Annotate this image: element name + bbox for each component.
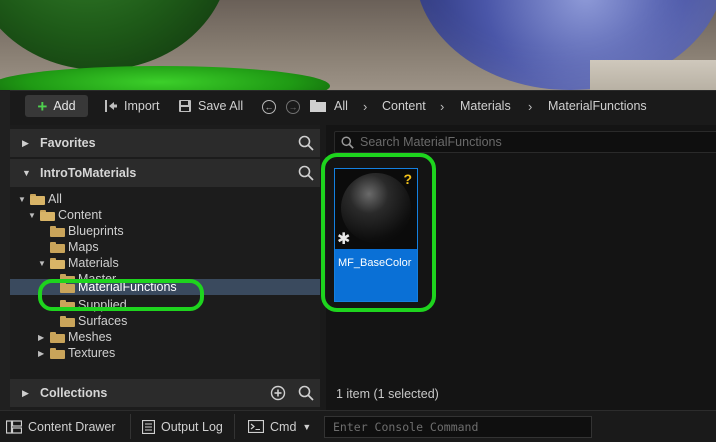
folder-icon [50,225,65,237]
folder-open-icon [40,209,55,221]
collections-header[interactable]: ▶ Collections [10,379,320,407]
project-header[interactable]: ▼ IntroToMaterials [10,159,320,187]
breadcrumb-all[interactable]: All [334,95,348,117]
collapse-arrow-icon[interactable]: ▼ [18,195,26,204]
search-icon [341,135,354,149]
drawer-icon [6,419,22,434]
plus-icon: + [37,96,48,116]
highlight-folder-annotation [38,279,204,311]
asset-search-input[interactable]: Search MaterialFunctions [334,131,716,153]
expand-arrow-icon: ▶ [22,387,29,398]
folder-icon [50,331,65,343]
folder-icon [50,241,65,253]
item-count-status: 1 item (1 selected) [336,387,439,401]
tree-item-meshes[interactable]: ▶ Meshes [10,329,320,345]
tree-item-content[interactable]: ▼ Content [10,207,320,223]
content-drawer-button[interactable]: Content Drawer [6,411,116,442]
cmd-dropdown[interactable]: Cmd ▼ [248,411,311,442]
status-bar: Content Drawer Output Log Cmd ▼ Enter Co… [0,410,716,442]
folder-icon [60,315,75,327]
folder-open-icon [50,257,65,269]
save-icon [179,100,191,112]
search-placeholder: Search MaterialFunctions [360,135,502,149]
viewport-edge [0,90,10,410]
search-icon[interactable] [298,385,314,401]
add-label: Add [53,99,76,113]
breadcrumb-materialfunctions[interactable]: MaterialFunctions [548,95,647,117]
expand-arrow-icon: ▶ [22,137,29,148]
folder-open-icon [30,193,45,205]
output-log-button[interactable]: Output Log [142,411,223,442]
expand-arrow-icon[interactable]: ▶ [38,349,44,358]
save-all-button[interactable]: Save All [178,95,243,117]
forward-arrow-icon[interactable]: → [286,100,300,114]
folder-icon [50,347,65,359]
back-arrow-icon[interactable]: ← [262,100,276,114]
collapse-arrow-icon[interactable]: ▼ [28,211,36,220]
log-icon [142,419,155,434]
chevron-down-icon: ▼ [302,421,312,432]
console-command-input[interactable]: Enter Console Command [324,416,592,438]
favorites-header[interactable]: ▶ Favorites [10,129,320,157]
folder-icon [310,100,326,112]
terminal-icon [248,420,264,433]
search-icon[interactable] [298,165,314,181]
add-button[interactable]: + Add [25,95,88,117]
add-collection-icon[interactable] [270,385,286,401]
import-button[interactable]: Import [104,95,159,117]
breadcrumb-separator-icon[interactable]: › [528,95,532,117]
expand-arrow-icon[interactable]: ▶ [38,333,44,342]
tree-item-materials[interactable]: ▼ Materials [10,255,320,271]
breadcrumb-separator-icon[interactable]: › [363,95,367,117]
divider [130,414,131,439]
highlight-asset-annotation [321,153,436,312]
green-sphere [0,0,230,70]
level-viewport [0,0,716,100]
divider [234,414,235,439]
tree-item-surfaces[interactable]: Surfaces [10,313,320,329]
sources-panel: ▶ Favorites ▼ IntroToMaterials ▼ All ▼ C… [10,125,320,411]
import-icon [105,100,117,112]
search-icon[interactable] [298,135,314,151]
breadcrumb-materials[interactable]: Materials [460,95,511,117]
tree-item-all[interactable]: ▼ All [10,191,320,207]
tree-item-blueprints[interactable]: Blueprints [10,223,320,239]
tree-item-maps[interactable]: Maps [10,239,320,255]
collapse-arrow-icon: ▼ [22,168,31,178]
breadcrumb-content[interactable]: Content [382,95,426,117]
content-browser-toolbar: + Add Import Save All ← → All › Content … [10,91,716,123]
tree-item-textures[interactable]: ▶ Textures [10,345,320,361]
collapse-arrow-icon[interactable]: ▼ [38,259,46,268]
breadcrumb-separator-icon[interactable]: › [440,95,444,117]
